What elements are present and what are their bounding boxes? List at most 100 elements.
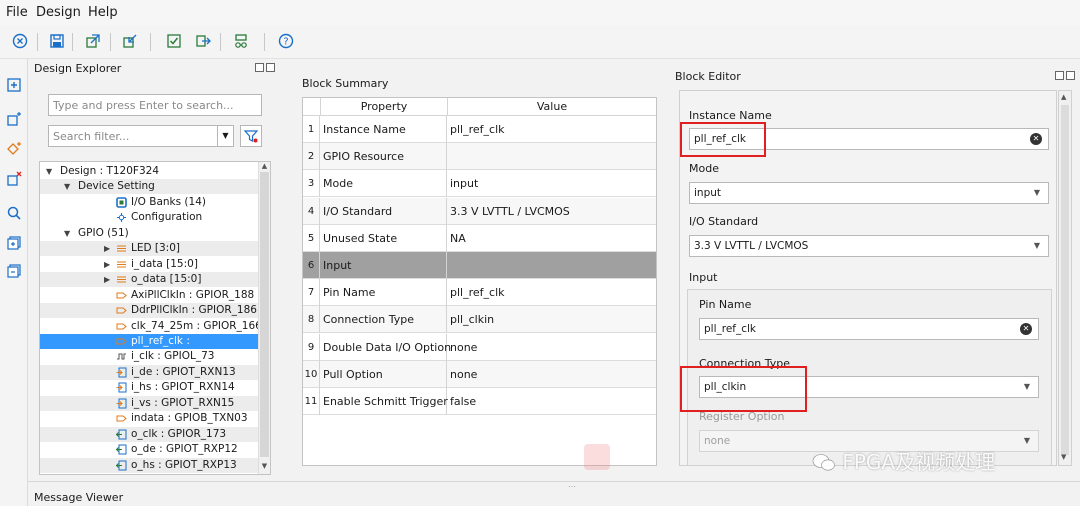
tree-item[interactable]: ▼ Design : T120F324 [40, 164, 258, 179]
splitter-handle[interactable]: ⋮ [308, 262, 317, 272]
summary-row[interactable]: 7 Pin Name pll_ref_clk [303, 279, 656, 307]
tree-item[interactable]: o_hs : GPIOT_RXP13 [40, 457, 258, 473]
save-icon[interactable] [47, 31, 67, 51]
summary-row[interactable]: 9 Double Data I/O Option none [303, 333, 656, 361]
tree-item[interactable]: DdrPllClkIn : GPIOR_186 [40, 303, 258, 319]
search-input[interactable] [48, 94, 262, 116]
collapse-all-icon[interactable] [4, 261, 24, 281]
summary-row[interactable]: 5 Unused State NA [303, 224, 656, 252]
property-cell: Connection Type [321, 306, 447, 334]
add-block-icon[interactable] [4, 75, 24, 95]
tree-item[interactable]: indata : GPIOB_TXN03 [40, 411, 258, 426]
filter-input[interactable] [48, 125, 218, 147]
tree-item[interactable]: ▶ o_data [15:0] [40, 272, 258, 288]
editor-scrollbar[interactable]: ▲ ▼ [1058, 90, 1072, 466]
summary-row[interactable]: 10 Pull Option none [303, 360, 656, 388]
value-cell: false [450, 395, 477, 408]
tree-scrollbar[interactable]: ▲ ▼ [258, 162, 270, 474]
summary-row[interactable]: 3 Mode input [303, 170, 656, 198]
generate-icon[interactable] [193, 31, 213, 51]
menu-help[interactable]: Help [88, 5, 118, 20]
value-cell [448, 252, 656, 279]
summary-row[interactable]: 11 Enable Schmitt Trigger false [303, 388, 656, 415]
tree-item-label: indata : GPIOB_TXN03 [131, 412, 248, 425]
expand-arrow-icon[interactable]: ▼ [64, 226, 70, 241]
tree-item[interactable]: pll_ref_clk : [40, 333, 258, 349]
explorer-float-close-icon[interactable] [255, 63, 277, 75]
design-tree: ▼ Design : T120F324 ▼ Device Setting I/O Ban… [39, 161, 271, 475]
property-cell: Double Data I/O Option [321, 333, 451, 361]
menu-design[interactable]: Design [36, 5, 81, 20]
summary-row[interactable]: 8 Connection Type pll_clkin [303, 306, 656, 334]
connection-type-select[interactable]: pll_clkin ▼ [699, 376, 1039, 398]
summary-row[interactable]: 4 I/O Standard 3.3 V LVTTL / LVCMOS [303, 197, 656, 225]
tree-item[interactable]: I/O Banks (14) [40, 195, 258, 210]
clk-icon [116, 351, 127, 362]
pin-icon [116, 321, 127, 332]
search-icon[interactable] [4, 203, 24, 223]
help-icon[interactable]: ? [276, 31, 296, 51]
bottom-splitter-handle[interactable]: ⋯ [568, 482, 576, 491]
create-bus-icon[interactable] [4, 139, 24, 159]
io-standard-select[interactable]: 3.3 V LVTTL / LVCMOS ▼ [689, 235, 1049, 257]
clear-instance-icon[interactable]: ✕ [1030, 133, 1042, 145]
instance-name-input[interactable]: pll_ref_clk ✕ [689, 128, 1049, 150]
row-number: 7 [303, 279, 320, 307]
tree-item[interactable]: i_hs : GPIOT_RXN14 [40, 380, 258, 395]
mode-chevron-down-icon: ▼ [1033, 188, 1040, 197]
bottom-separator [28, 481, 1080, 482]
summary-row[interactable]: 6 Input [303, 252, 656, 279]
expand-arrow-icon[interactable]: ▼ [46, 164, 52, 179]
property-cell: Unused State [321, 224, 447, 252]
summary-row[interactable]: 2 GPIO Resource [303, 143, 656, 171]
row-number: 9 [303, 333, 320, 361]
filter-funnel-icon[interactable] [240, 125, 262, 147]
value-cell: pll_ref_clk [450, 286, 505, 300]
tree-item-label: i_clk : GPIOL_73 [131, 350, 215, 363]
check-design-icon[interactable] [164, 31, 184, 51]
menu-file[interactable]: File [6, 5, 28, 20]
collapse-arrow-icon[interactable]: ▶ [104, 257, 110, 272]
tree-item-label: clk_74_25m : GPIOR_166 [131, 319, 262, 332]
pin-icon [116, 290, 127, 301]
create-block-icon[interactable] [4, 109, 24, 129]
tree-item[interactable]: i_clk : GPIOL_73 [40, 349, 258, 364]
tree-item[interactable]: i_de : GPIOT_RXN13 [40, 364, 258, 380]
export-icon[interactable] [83, 31, 103, 51]
tree-item[interactable]: ▶ i_data [15:0] [40, 257, 258, 272]
tree-item[interactable]: o_clk : GPIOR_173 [40, 426, 258, 442]
tree-item[interactable]: Configuration [40, 210, 258, 225]
row-number: 11 [303, 388, 320, 415]
summary-corner-cell [303, 98, 321, 116]
filter-dropdown-chevron-down-icon[interactable]: ▼ [218, 125, 234, 147]
tree-item[interactable]: ▶ LED [3:0] [40, 241, 258, 257]
clear-pin-name-icon[interactable]: ✕ [1020, 323, 1032, 335]
tree-item[interactable]: AxiPllClkIn : GPIOR_188 [40, 288, 258, 303]
message-viewer-title: Message Viewer [34, 491, 124, 504]
pin-name-input[interactable]: pll_ref_clk ✕ [699, 318, 1039, 340]
close-design-icon[interactable] [10, 31, 30, 51]
editor-title: Block Editor [675, 70, 741, 83]
mode-select[interactable]: input ▼ [689, 182, 1049, 204]
tree-item-label: I/O Banks (14) [131, 195, 206, 208]
out-icon [116, 460, 127, 471]
tree-item[interactable]: o_de : GPIOT_RXP12 [40, 442, 258, 457]
row-number: 8 [303, 306, 320, 334]
menu-bar: File Design Help [0, 0, 1080, 25]
summary-row[interactable]: 1 Instance Name pll_ref_clk [303, 116, 656, 143]
tree-item[interactable]: i_vs : GPIOT_RXN15 [40, 395, 258, 411]
editor-float-close-icon[interactable] [1055, 71, 1077, 83]
pin-name-value: pll_ref_clk [704, 323, 757, 335]
tree-item[interactable]: clk_74_25m : GPIOR_166 [40, 319, 262, 334]
report-icon[interactable] [231, 31, 251, 51]
import-icon[interactable] [120, 31, 140, 51]
collapse-arrow-icon[interactable]: ▶ [104, 272, 110, 287]
tree-item[interactable]: ▼ GPIO (51) [40, 226, 258, 241]
delete-block-icon[interactable] [4, 169, 24, 189]
expand-arrow-icon[interactable]: ▼ [64, 179, 70, 194]
connection-type-chevron-down-icon: ▼ [1023, 382, 1030, 391]
collapse-arrow-icon[interactable]: ▶ [104, 241, 110, 256]
expand-all-icon[interactable] [4, 233, 24, 253]
tree-item[interactable]: ▼ Device Setting [40, 179, 258, 195]
tree-item-label: o_de : GPIOT_RXP12 [131, 443, 238, 456]
